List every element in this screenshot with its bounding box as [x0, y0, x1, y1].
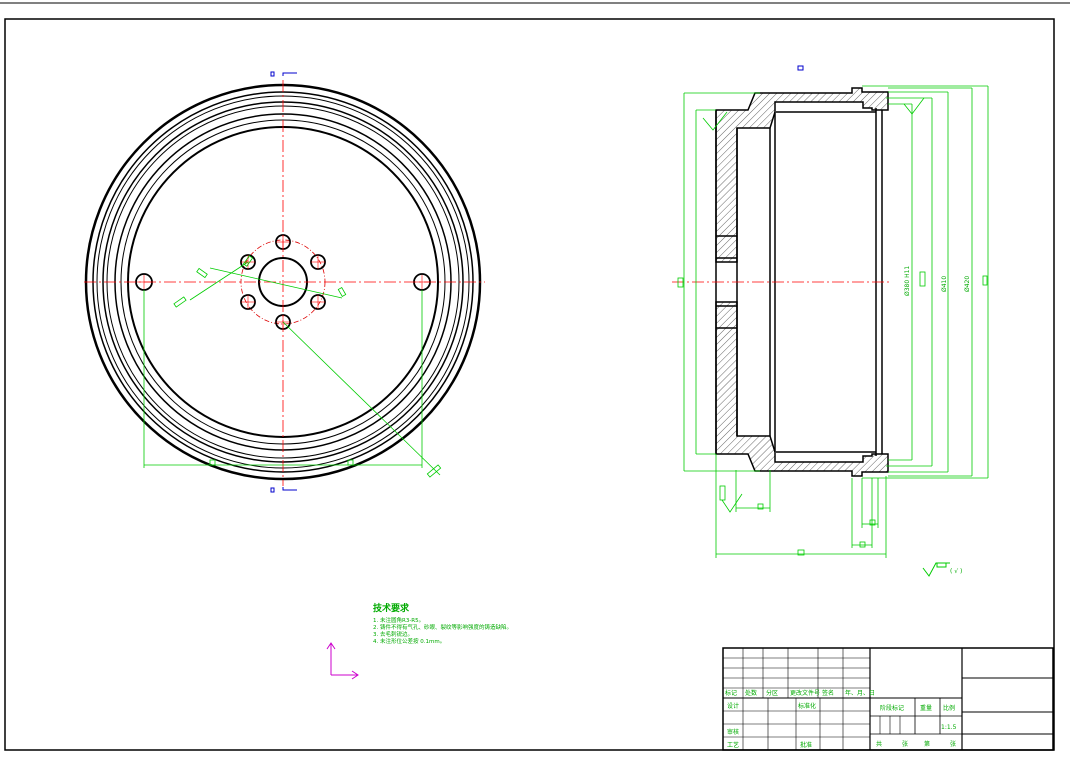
- drawing-border: [4, 18, 1055, 751]
- section-marker-top: [270, 71, 297, 77]
- tb-label-mark: 标记: [725, 689, 737, 697]
- tb-label-sheets: 张: [902, 740, 908, 748]
- tb-label-change-doc: 更改文件号: [790, 689, 820, 697]
- tb-label-standardize: 标准化: [798, 702, 816, 710]
- surface-finish-symbol: [922, 562, 950, 577]
- tech-note-line: 4. 未注形位公差按 0.1mm。: [373, 637, 445, 645]
- tb-label-process: 工艺: [727, 741, 739, 749]
- tech-note-line: 1. 未注圆角R3-R5。: [373, 616, 424, 624]
- technical-notes: 技术要求 1. 未注圆角R3-R5。 2. 铸件不得有气孔、砂眼、裂纹等影响强度…: [373, 602, 512, 645]
- tb-scale-value: 1:1.5: [941, 724, 957, 731]
- title-block: [722, 647, 1054, 751]
- tb-label-design: 设计: [727, 702, 739, 710]
- tb-label-sheets-total: 共: [876, 740, 882, 748]
- surface-finish-label: ( √ ): [950, 568, 962, 575]
- section-view: Ø380 H11 Ø410 Ø420: [672, 65, 989, 558]
- tb-label-sign: 签名: [822, 689, 834, 697]
- tb-label-stage-mark: 阶段标记: [880, 704, 904, 712]
- tb-label-approve: 批准: [800, 741, 812, 749]
- dim-label-mid: Ø410: [941, 276, 948, 292]
- front-view: [84, 71, 485, 493]
- tb-label-count: 处数: [745, 689, 757, 697]
- ucs-axis-icon: [326, 642, 359, 680]
- dim-label-inner: Ø380 H11: [904, 266, 911, 296]
- section-marker-top: [797, 65, 804, 71]
- tb-label-date: 年、月、日: [845, 689, 875, 697]
- drum-section-upper: [715, 87, 889, 263]
- tech-note-line: 3. 去毛刺锐边。: [373, 630, 413, 638]
- tb-label-scale: 比例: [943, 704, 955, 712]
- tb-label-weight: 重量: [920, 704, 932, 712]
- tb-label-sheet-unit: 张: [950, 740, 956, 748]
- tb-label-zone: 分区: [766, 689, 778, 697]
- section-marker-bottom: [270, 487, 297, 493]
- tb-label-sheet-no: 第: [924, 740, 930, 748]
- drum-section-lower: [715, 301, 889, 477]
- tech-notes-title: 技术要求: [373, 602, 410, 614]
- cad-drawing: Ø380 H11 Ø410 Ø420 ( √ ) 技术要求 1. 未注圆角R3-…: [0, 2, 1070, 751]
- dim-label-outer: Ø420: [964, 276, 971, 292]
- tb-label-review: 审核: [727, 728, 739, 736]
- tech-note-line: 2. 铸件不得有气孔、砂眼、裂纹等影响强度的铸造缺陷。: [373, 623, 512, 631]
